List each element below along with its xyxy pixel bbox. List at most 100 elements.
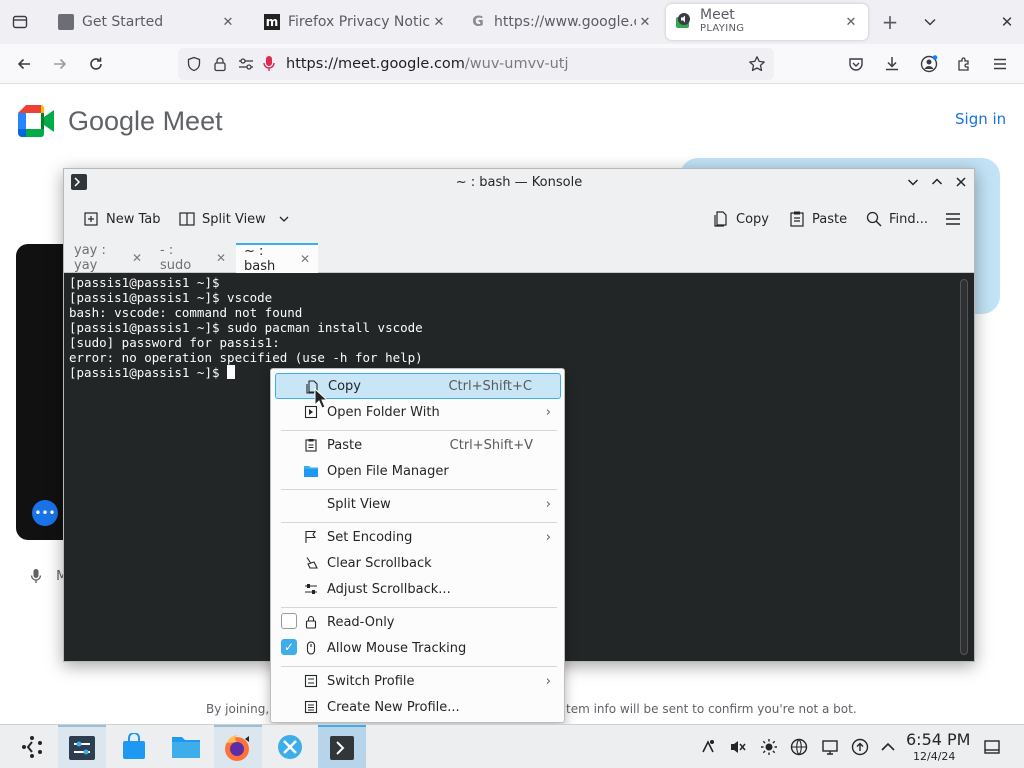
terminal-line: [passis1@passis1 ~]$ vscode	[69, 290, 273, 305]
copy-button[interactable]: Copy	[708, 205, 773, 233]
chevron-down-icon[interactable]	[916, 8, 944, 36]
footer-text-left: By joining, y	[206, 702, 281, 716]
menu-item-paste[interactable]: Paste Ctrl+Shift+V	[275, 432, 561, 458]
dolphin-file-manager-icon[interactable]	[162, 725, 210, 768]
close-window-icon[interactable]: ✕	[993, 8, 1021, 36]
volume-muted-icon[interactable]	[728, 737, 748, 757]
new-tab-icon[interactable]: +	[876, 8, 904, 36]
new-profile-icon	[303, 699, 319, 715]
pocket-icon[interactable]	[842, 50, 870, 78]
system-settings-icon[interactable]	[58, 725, 106, 768]
close-tab-icon[interactable]: ✕	[216, 251, 226, 265]
reload-icon[interactable]	[82, 50, 110, 78]
split-view-button[interactable]: Split View	[174, 205, 294, 233]
discover-store-icon[interactable]	[110, 725, 158, 768]
close-icon[interactable]	[952, 173, 970, 191]
menu-separator	[281, 522, 557, 523]
konsole-tab-sudo[interactable]: - : sudo ✕	[152, 243, 234, 273]
url-path: /wuv-umvv-utj	[464, 56, 569, 72]
menu-item-label: Paste	[327, 437, 363, 453]
konsole-tab-bash[interactable]: ~ : bash ✕	[236, 243, 318, 274]
speaker-playing-icon	[674, 12, 694, 32]
lock-icon[interactable]	[212, 56, 228, 72]
menu-item-open-file-manager[interactable]: Open File Manager	[275, 458, 561, 484]
menu-item-split-view[interactable]: Split View ›	[275, 491, 561, 517]
konsole-toolbar: New Tab Split View Copy Paste Find...	[64, 199, 974, 239]
mozilla-m-icon: m	[264, 14, 280, 30]
clock-date[interactable]: 12/4/24	[913, 750, 955, 763]
more-options-icon[interactable]: •••	[32, 500, 58, 526]
chevron-right-icon: ›	[545, 404, 551, 420]
permissions-icon[interactable]	[238, 56, 254, 72]
close-tab-icon[interactable]: ✕	[430, 13, 448, 31]
menu-item-set-encoding[interactable]: Set Encoding ›	[275, 524, 561, 550]
shield-icon[interactable]	[186, 56, 202, 72]
mouse-pointer-icon	[314, 388, 328, 410]
hamburger-menu-icon[interactable]	[940, 205, 966, 233]
menu-item-read-only[interactable]: Read-Only	[275, 609, 561, 635]
terminal-prompt: [passis1@passis1 ~]$	[69, 365, 228, 380]
account-icon[interactable]	[915, 50, 943, 78]
read-only-checkbox[interactable]	[281, 613, 297, 629]
clipboard-monitor-icon[interactable]	[820, 737, 840, 757]
network-icon[interactable]	[789, 737, 809, 757]
vault-icon[interactable]	[698, 737, 718, 757]
show-desktop-icon[interactable]	[982, 737, 1002, 757]
tab-playing-label: PLAYING	[700, 23, 745, 34]
flag-icon	[303, 529, 319, 545]
back-arrow-icon[interactable]	[10, 50, 38, 78]
menu-item-label: Switch Profile	[327, 673, 415, 689]
terminal-line: [sudo] password for passis1:	[69, 335, 280, 350]
tab-google-search[interactable]: G https://www.google.c ✕	[462, 4, 662, 40]
menu-item-adjust-scrollback[interactable]: Adjust Scrollback...	[275, 576, 561, 602]
tab-label: ~ : bash	[244, 244, 276, 274]
close-tab-icon[interactable]: ✕	[219, 13, 237, 31]
firefox-icon[interactable]	[214, 725, 262, 768]
konsole-titlebar[interactable]: ~ : bash — Konsole	[64, 169, 974, 195]
close-tab-icon[interactable]: ✕	[300, 252, 310, 266]
network-globe-icon[interactable]	[266, 725, 314, 768]
list-all-tabs-icon[interactable]	[6, 8, 34, 36]
minimize-icon[interactable]	[904, 173, 922, 191]
bookmark-star-icon[interactable]	[748, 55, 766, 73]
konsole-tab-yay[interactable]: yay : yay ✕	[66, 243, 150, 273]
switch-profile-icon	[303, 673, 319, 689]
close-tab-icon[interactable]: ✕	[636, 13, 654, 31]
chevron-up-icon[interactable]	[878, 737, 898, 757]
forward-arrow-icon[interactable]	[46, 50, 74, 78]
tab-meet[interactable]: Meet PLAYING ✕	[666, 4, 868, 40]
konsole-taskbar-icon[interactable]	[318, 725, 366, 768]
update-notifier-icon[interactable]	[850, 737, 870, 757]
konsole-app-icon[interactable]	[70, 173, 88, 191]
sign-in-link[interactable]: Sign in	[955, 110, 1006, 128]
terminal-line: bash: vscode: command not found	[69, 305, 303, 320]
clock-time[interactable]: 6:54 PM	[906, 730, 970, 749]
tab-firefox-privacy-notice[interactable]: m Firefox Privacy Notice ✕	[256, 4, 456, 40]
paste-button[interactable]: Paste	[784, 205, 851, 233]
url-bar[interactable]: https://meet.google.com/wuv-umvv-utj	[178, 48, 774, 80]
microphone-active-icon[interactable]	[262, 55, 276, 73]
vertical-scrollbar[interactable]	[960, 279, 968, 655]
tab-label: yay : yay	[74, 243, 106, 273]
find-label: Find...	[889, 211, 929, 227]
maximize-icon[interactable]	[928, 173, 946, 191]
downloads-icon[interactable]	[878, 50, 906, 78]
paste-label: Paste	[812, 211, 848, 227]
close-tab-icon[interactable]: ✕	[132, 251, 142, 265]
brightness-icon[interactable]	[759, 737, 779, 757]
extensions-icon[interactable]	[950, 50, 978, 78]
menu-item-switch-profile[interactable]: Switch Profile ›	[275, 668, 561, 694]
menu-item-allow-mouse-tracking[interactable]: ✓ Allow Mouse Tracking	[275, 635, 561, 661]
allow-mouse-tracking-checkbox[interactable]: ✓	[281, 639, 297, 655]
close-tab-icon[interactable]: ✕	[842, 13, 860, 31]
menu-item-create-new-profile[interactable]: Create New Profile...	[275, 694, 561, 720]
hamburger-menu-icon[interactable]	[986, 50, 1014, 78]
url-text[interactable]: https://meet.google.com/wuv-umvv-utj	[286, 56, 569, 72]
tab-get-started[interactable]: Get Started ✕	[50, 4, 245, 40]
menu-item-clear-scrollback[interactable]: Clear Scrollback	[275, 550, 561, 576]
new-tab-button[interactable]: New Tab	[78, 205, 165, 233]
menu-item-label: Split View	[327, 496, 391, 512]
mic-settings[interactable]: M	[30, 568, 67, 584]
find-button[interactable]: Find...	[861, 205, 932, 233]
application-launcher-icon[interactable]	[8, 725, 56, 768]
